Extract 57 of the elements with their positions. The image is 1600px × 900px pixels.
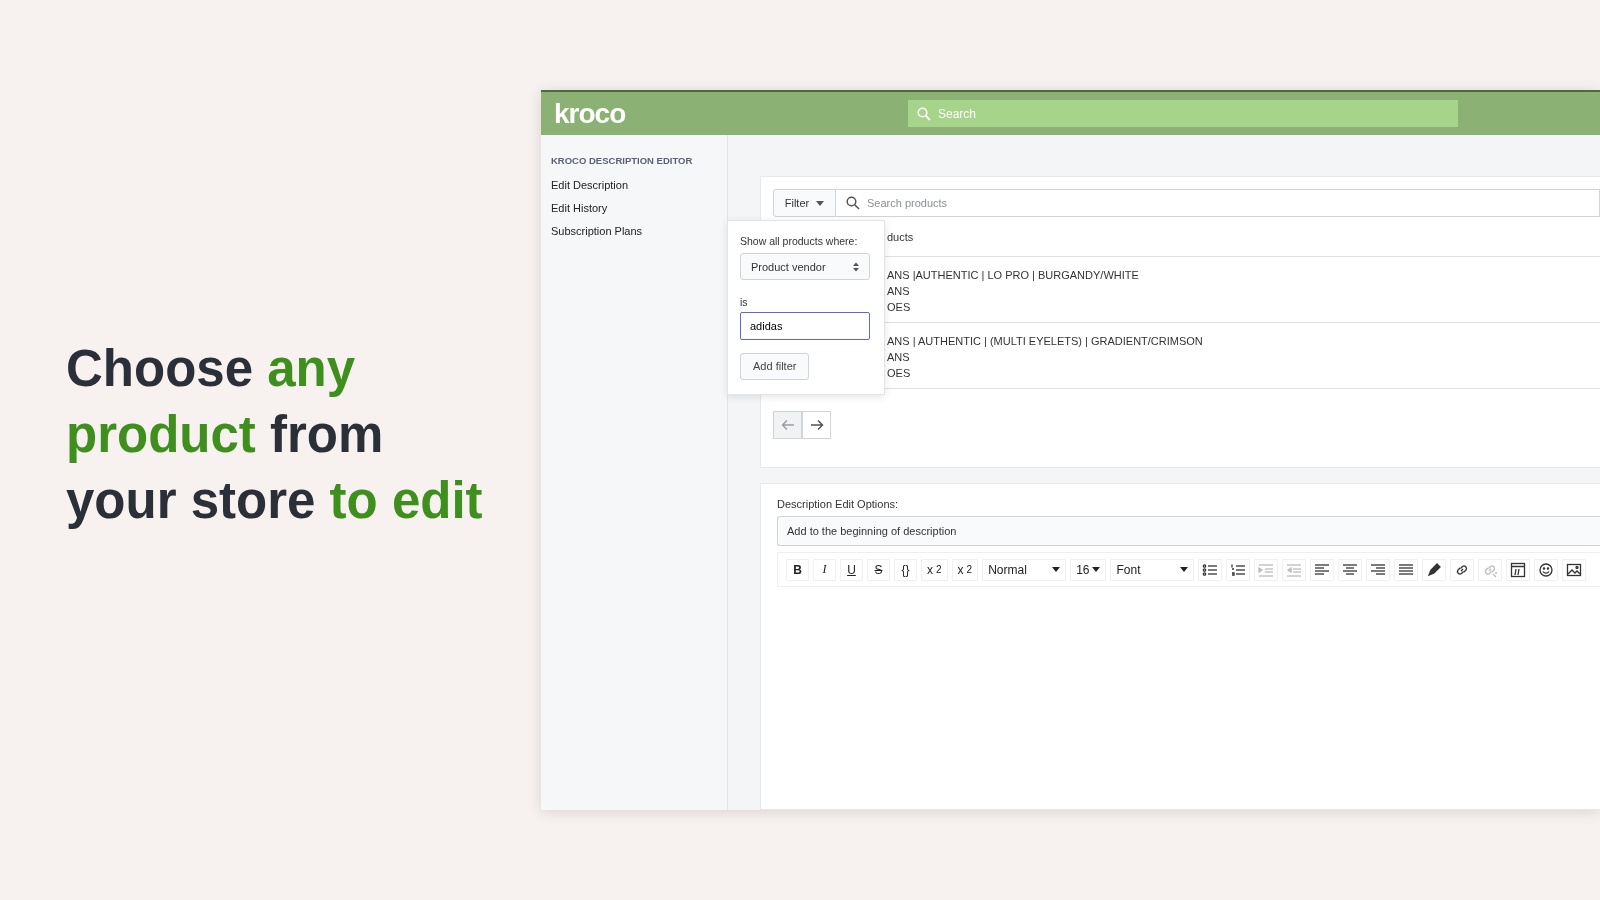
bullet-list-icon [1202,561,1219,578]
format-button[interactable]: B [786,558,809,581]
sidebar-item[interactable]: Edit Description [551,179,629,191]
format-button[interactable]: U [840,558,863,581]
operator-label: is [740,296,748,309]
toolbar-dropdown[interactable]: 16 [1070,558,1107,581]
align-center-icon [1342,561,1359,578]
filter-label: Show all products where: [740,235,858,247]
options-label: Description Edit Options: [777,498,900,510]
justify-button[interactable] [1394,558,1419,581]
emoji-icon [1538,561,1555,578]
sidebar-heading: KROCO DESCRIPTION EDITOR [551,155,693,166]
product-search-field[interactable]: Search products [836,189,1600,217]
toolbar-dropdown[interactable]: Normal [982,558,1067,581]
edit-option-select[interactable]: Add to the beginning of description [777,516,1600,546]
product-count: ducts [887,230,914,243]
updown-icon [853,261,859,272]
bullet-list-button[interactable] [1198,558,1223,581]
code-view-icon [1510,561,1527,578]
add-filter-button[interactable]: Add filter [740,352,810,380]
caret-icon [1092,567,1101,572]
outdent-icon [1286,561,1303,578]
search-icon [846,196,860,210]
filter-field-select[interactable]: Product vendor [740,253,870,281]
pen-button[interactable] [1422,558,1447,581]
indent-icon [1258,561,1275,578]
format-button[interactable]: I [813,558,836,581]
align-right-button[interactable] [1366,558,1391,581]
format-button[interactable]: S [867,558,890,581]
caret-icon [1180,567,1189,572]
align-right-icon [1370,561,1387,578]
right-arrow-icon [809,419,824,431]
link-button[interactable] [1450,558,1475,581]
left-arrow-icon [780,419,795,431]
justify-icon [1398,561,1415,578]
search-field[interactable]: Search [908,100,1458,127]
filter-button[interactable]: Filter [773,189,836,217]
sidebar-item[interactable]: Subscription Plans [551,225,643,237]
caret-icon [816,200,825,206]
caret-icon [1052,567,1061,572]
align-center-button[interactable] [1338,558,1363,581]
code-view-button[interactable] [1506,558,1531,581]
numbered-list-button[interactable] [1226,558,1251,581]
align-left-button[interactable] [1310,558,1335,581]
filter-value-field[interactable]: adidas [740,312,870,340]
search-icon [917,107,931,121]
image-icon [1566,561,1583,578]
headline: Choose any product from your store to edit [66,339,484,531]
image-button[interactable] [1562,558,1587,581]
pen-icon [1426,561,1443,578]
format-button[interactable]: {} [894,558,917,581]
emoji-button[interactable] [1534,558,1559,581]
logo: kroco [554,97,627,130]
next-page-button[interactable] [802,411,831,439]
align-left-icon [1314,561,1331,578]
sidebar-item[interactable]: Edit History [551,202,608,214]
toolbar-dropdown[interactable]: Font [1110,558,1195,581]
